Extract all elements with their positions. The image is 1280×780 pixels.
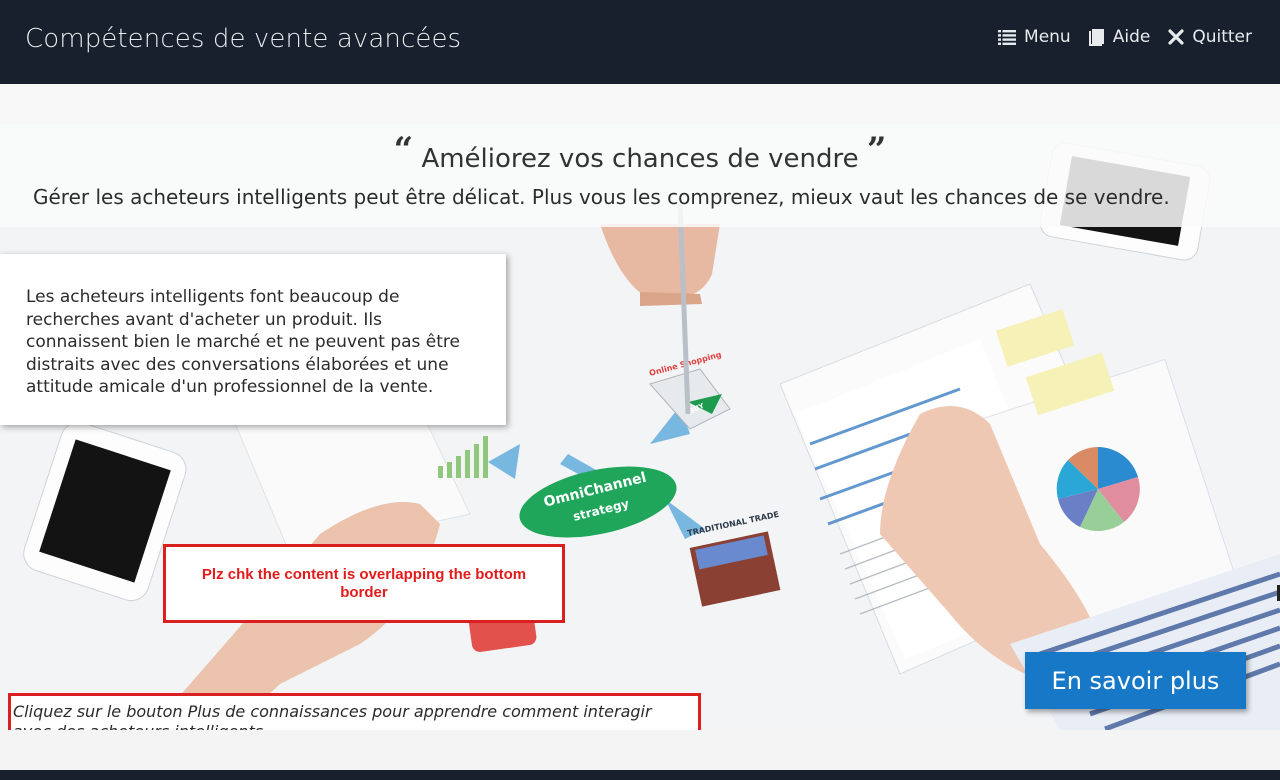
instruction-box: Cliquez sur le bouton Plus de connaissan…: [8, 693, 701, 730]
review-comment-text: Plz chk the content is overlapping the b…: [201, 565, 527, 601]
headline-text: Améliorez vos chances de vendre: [421, 144, 859, 174]
top-margin: [0, 84, 1280, 124]
list-icon: [998, 29, 1017, 45]
open-quote: “: [393, 130, 414, 170]
book-icon: [1088, 28, 1105, 46]
course-title: Compétences de vente avancées: [25, 24, 462, 54]
info-card: Les acheteurs intelligents font beaucoup…: [0, 254, 506, 425]
slide-stage: OmniChannel strategy Online Shopping BUY…: [0, 84, 1280, 730]
learn-more-button[interactable]: En savoir plus: [1025, 652, 1246, 709]
subheadline: Gérer les acheteurs intelligents peut êt…: [33, 185, 1170, 209]
quit-button[interactable]: Quitter: [1168, 27, 1252, 47]
review-comment-box: Plz chk the content is overlapping the b…: [163, 544, 565, 623]
instruction-text: Cliquez sur le bouton Plus de connaissan…: [13, 702, 652, 730]
close-icon: [1168, 29, 1184, 45]
header-nav: Menu Aide Quitter: [998, 27, 1252, 47]
menu-button[interactable]: Menu: [998, 27, 1071, 47]
quit-label: Quitter: [1192, 27, 1252, 47]
headline: “ Améliorez vos chances de vendre ”: [0, 130, 1280, 174]
app-header: Compétences de vente avancées Menu Aide: [0, 0, 1280, 84]
close-quote: ”: [866, 130, 887, 170]
footer-bar: [0, 770, 1280, 780]
help-button[interactable]: Aide: [1088, 27, 1151, 47]
info-card-text: Les acheteurs intelligents font beaucoup…: [26, 287, 460, 397]
menu-label: Menu: [1024, 27, 1071, 47]
help-label: Aide: [1112, 27, 1151, 47]
